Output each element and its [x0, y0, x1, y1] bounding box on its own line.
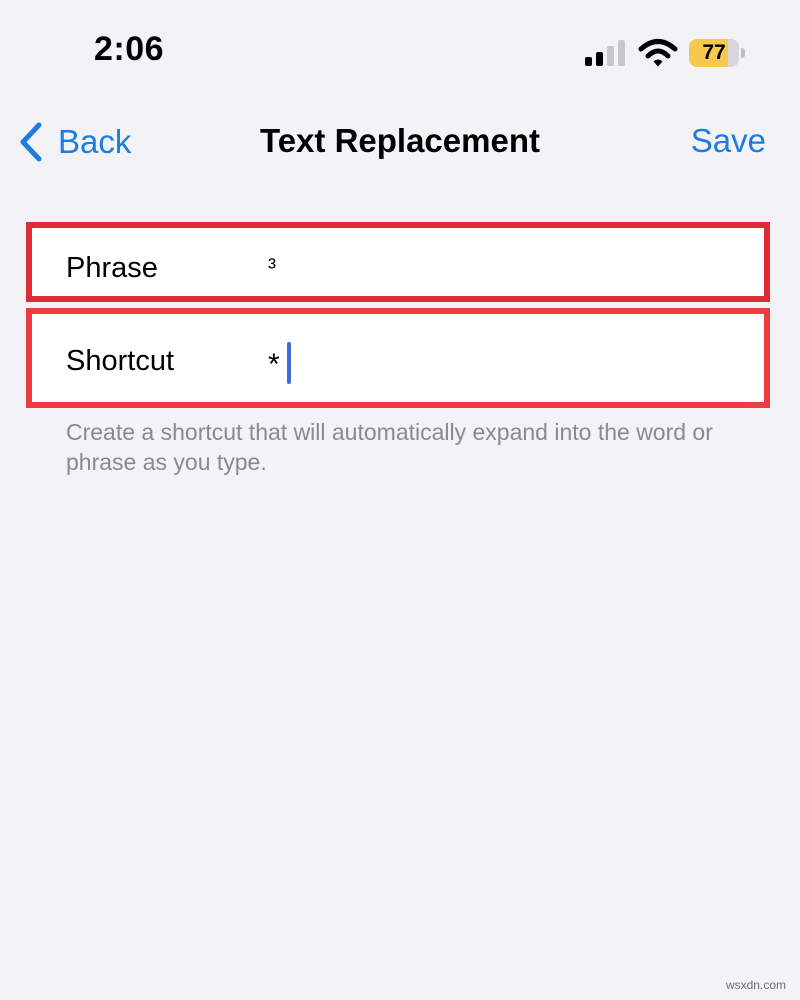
status-bar: 2:06 77 [0, 0, 800, 100]
battery-cap [741, 48, 745, 58]
shortcut-label: Shortcut [66, 345, 174, 377]
page-title: Text Replacement [260, 122, 540, 159]
hint-text: Create a shortcut that will automaticall… [66, 419, 713, 475]
shortcut-field[interactable] [268, 344, 708, 386]
phrase-field[interactable] [268, 248, 728, 288]
status-time: 2:06 [94, 30, 165, 68]
shortcut-row: Shortcut [26, 308, 770, 408]
battery-icon: 77 [689, 39, 739, 67]
save-button[interactable]: Save [691, 122, 766, 160]
cellular-signal-icon [585, 40, 625, 66]
battery-level: 77 [702, 41, 726, 64]
navigation-bar: Back Text Replacement Save [0, 112, 800, 172]
phrase-row: Phrase [26, 222, 770, 302]
watermark: wsxdn.com [725, 978, 786, 992]
battery-indicator: 77 [689, 39, 745, 67]
wifi-icon [638, 39, 678, 67]
phrase-label: Phrase [66, 252, 158, 284]
text-cursor [287, 342, 291, 384]
